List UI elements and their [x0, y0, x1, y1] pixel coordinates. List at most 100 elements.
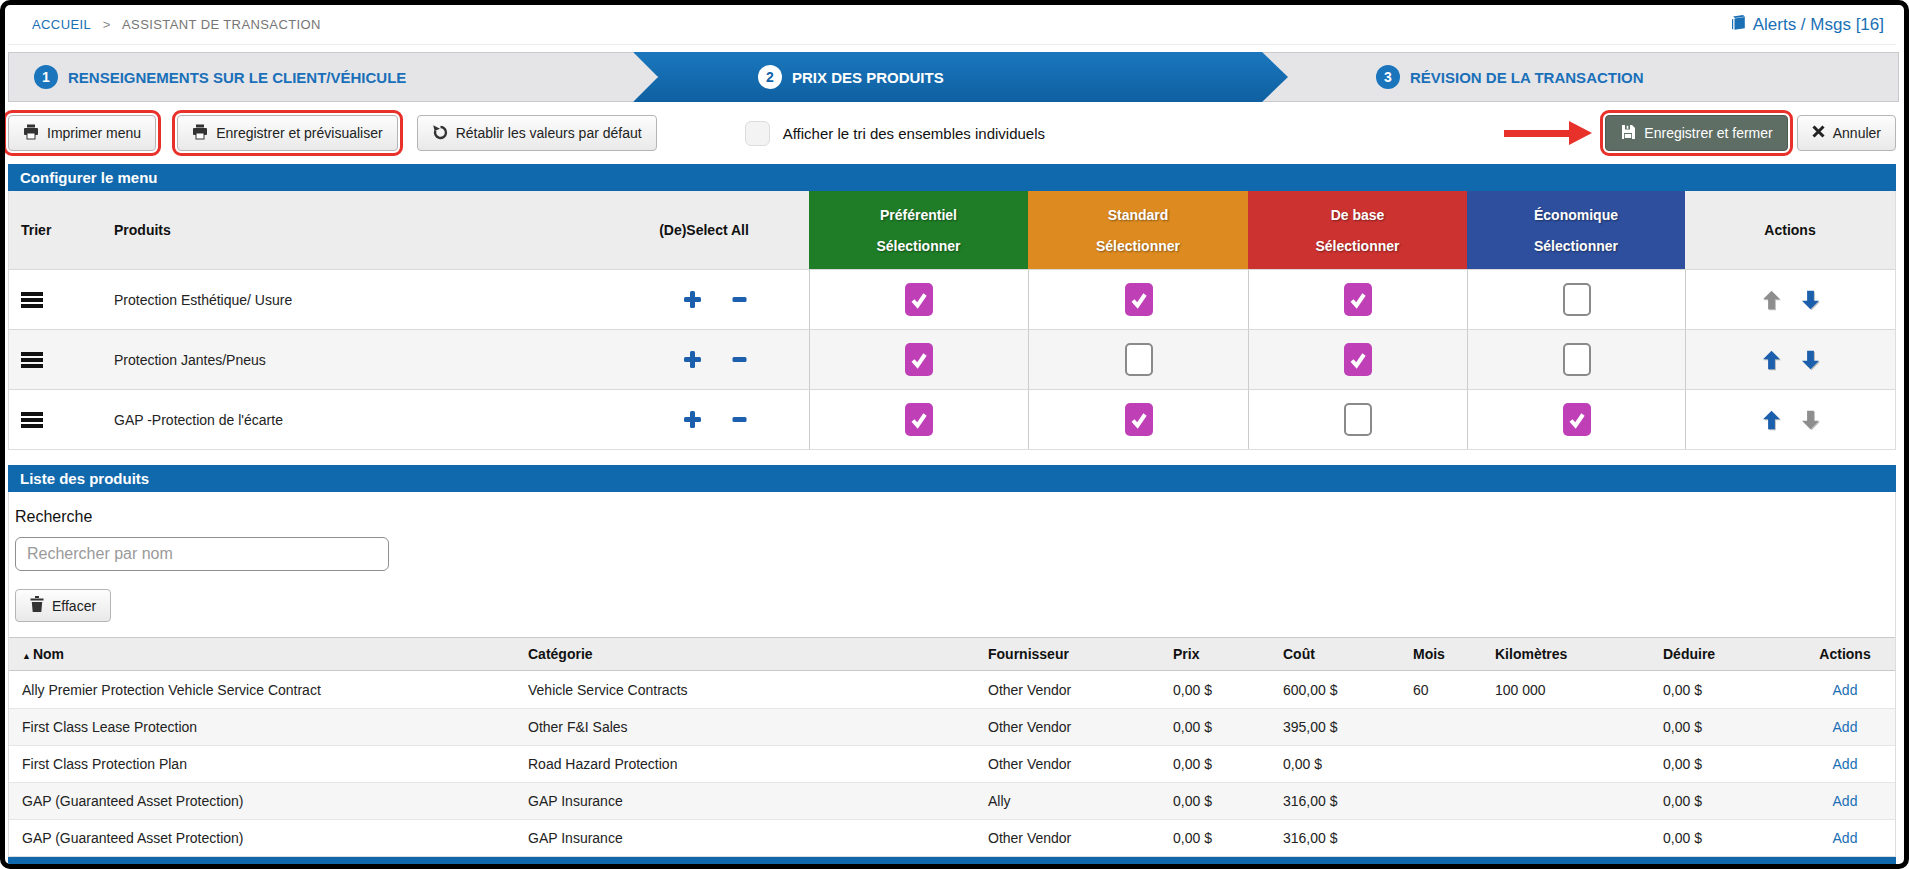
- product-name: GAP -Protection de l'écarte: [114, 412, 283, 428]
- cell-categorie: GAP Insurance: [528, 793, 988, 809]
- column-header-fournisseur[interactable]: Fournisseur: [988, 646, 1173, 662]
- tier-checkbox[interactable]: [1563, 403, 1591, 436]
- tier-checkbox[interactable]: [1125, 343, 1153, 376]
- toolbar: Imprimer menu Enregistrer et prévisualis…: [8, 113, 1896, 153]
- product-table-row: First Class Protection Plan Road Hazard …: [9, 745, 1895, 782]
- product-table-row: Ally Premier Protection Vehicle Service …: [9, 671, 1895, 708]
- column-header-tier-de-base: De base Sélectionner: [1248, 191, 1467, 269]
- cell-kilometres: 100 000: [1495, 682, 1663, 698]
- show-sort-checkbox[interactable]: [745, 121, 770, 146]
- product-table: ▲Nom Catégorie Fournisseur Prix Coût Moi…: [9, 637, 1895, 856]
- save-preview-button[interactable]: Enregistrer et prévisualiser: [177, 115, 398, 151]
- step-tab-2-active[interactable]: 2 PRIX DES PRODUITS: [633, 52, 1288, 102]
- x-icon: [1812, 125, 1825, 141]
- search-label: Recherche: [9, 508, 1895, 526]
- tier-select-all-link[interactable]: Sélectionner: [876, 238, 960, 254]
- cell-categorie: GAP Insurance: [528, 830, 988, 846]
- column-header-kilometres[interactable]: Kilomètres: [1495, 646, 1663, 662]
- column-header-deselect-all: (De)Select All: [599, 191, 809, 269]
- step-2-label: PRIX DES PRODUITS: [792, 69, 944, 86]
- wizard-steps: 1 RENSEIGNEMENTS SUR LE CLIENT/VÉHICULE …: [8, 52, 1896, 102]
- select-all-row-icon[interactable]: [683, 410, 702, 429]
- add-link[interactable]: Add: [1833, 682, 1858, 698]
- cell-fournisseur: Other Vendor: [988, 682, 1173, 698]
- cell-deduire: 0,00 $: [1663, 756, 1795, 772]
- product-list-panel: Recherche Effacer ▲Nom Catégorie Fournis…: [8, 492, 1896, 857]
- tier-name: De base: [1331, 207, 1385, 223]
- cell-prix: 0,00 $: [1173, 682, 1283, 698]
- configure-menu-title: Configurer le menu: [20, 169, 158, 186]
- drag-handle-icon[interactable]: [21, 412, 43, 428]
- product-table-row: GAP (Guaranteed Asset Protection) GAP In…: [9, 819, 1895, 856]
- trash-icon: [30, 596, 44, 615]
- move-down-icon[interactable]: [1802, 290, 1819, 310]
- move-up-icon[interactable]: [1763, 350, 1780, 370]
- select-all-row-icon[interactable]: [683, 290, 702, 309]
- save-close-button[interactable]: Enregistrer et fermer: [1605, 115, 1787, 151]
- print-menu-button[interactable]: Imprimer menu: [8, 115, 156, 151]
- tier-select-all-link[interactable]: Sélectionner: [1315, 238, 1399, 254]
- deselect-all-row-icon[interactable]: [732, 350, 747, 369]
- column-header-categorie[interactable]: Catégorie: [528, 646, 988, 662]
- column-header-deduire[interactable]: Déduire: [1663, 646, 1795, 662]
- column-header-nom[interactable]: ▲Nom: [9, 646, 528, 662]
- config-table-row: GAP -Protection de l'écarte: [9, 389, 1895, 449]
- configure-menu-table-body: Protection Esthétique/ Usure Protection …: [9, 269, 1895, 449]
- alerts-msgs-link[interactable]: Alerts / Msgs [16]: [1730, 15, 1884, 35]
- search-input[interactable]: [15, 537, 389, 571]
- top-bar: ACCUEIL > ASSISTANT DE TRANSACTION Alert…: [8, 5, 1896, 45]
- column-header-mois[interactable]: Mois: [1413, 646, 1495, 662]
- breadcrumb-home-link[interactable]: ACCUEIL: [32, 17, 91, 32]
- tier-checkbox[interactable]: [1344, 403, 1372, 436]
- printer-icon: [23, 124, 39, 143]
- cell-mois: 60: [1413, 682, 1495, 698]
- breadcrumb: ACCUEIL > ASSISTANT DE TRANSACTION: [32, 17, 321, 32]
- step-tab-3[interactable]: 3 RÉVISION DE LA TRANSACTION: [1262, 52, 1899, 102]
- column-header-tier-preferentiel: Préférentiel Sélectionner: [809, 191, 1028, 269]
- tier-checkbox[interactable]: [1125, 283, 1153, 316]
- move-up-icon[interactable]: [1763, 290, 1780, 310]
- move-down-icon[interactable]: [1802, 410, 1819, 430]
- deselect-all-row-icon[interactable]: [732, 290, 747, 309]
- column-header-cout[interactable]: Coût: [1283, 646, 1413, 662]
- move-down-icon[interactable]: [1802, 350, 1819, 370]
- column-header-prix[interactable]: Prix: [1173, 646, 1283, 662]
- add-link[interactable]: Add: [1833, 793, 1858, 809]
- select-all-row-icon[interactable]: [683, 350, 702, 369]
- tier-checkbox[interactable]: [1563, 343, 1591, 376]
- clear-button[interactable]: Effacer: [15, 589, 111, 622]
- cancel-button[interactable]: Annuler: [1797, 115, 1896, 151]
- cell-nom: GAP (Guaranteed Asset Protection): [9, 830, 528, 846]
- add-link[interactable]: Add: [1833, 719, 1858, 735]
- tier-checkbox[interactable]: [905, 403, 933, 436]
- cell-deduire: 0,00 $: [1663, 682, 1795, 698]
- configure-menu-header: Configurer le menu: [8, 164, 1896, 191]
- cell-categorie: Vehicle Service Contracts: [528, 682, 988, 698]
- tier-name: Préférentiel: [880, 207, 957, 223]
- tier-checkbox[interactable]: [905, 343, 933, 376]
- deselect-all-row-icon[interactable]: [732, 410, 747, 429]
- cell-categorie: Road Hazard Protection: [528, 756, 988, 772]
- cell-nom: First Class Protection Plan: [9, 756, 528, 772]
- reset-defaults-button[interactable]: Rétablir les valeurs par défaut: [417, 115, 657, 151]
- drag-handle-icon[interactable]: [21, 292, 43, 308]
- tier-select-all-link[interactable]: Sélectionner: [1096, 238, 1180, 254]
- tier-checkbox[interactable]: [1125, 403, 1153, 436]
- tier-checkbox[interactable]: [905, 283, 933, 316]
- tier-checkbox[interactable]: [1344, 343, 1372, 376]
- tier-checkbox[interactable]: [1344, 283, 1372, 316]
- drag-handle-icon[interactable]: [21, 352, 43, 368]
- cell-fournisseur: Other Vendor: [988, 830, 1173, 846]
- move-up-icon[interactable]: [1763, 410, 1780, 430]
- save-icon: [1620, 124, 1636, 143]
- add-link[interactable]: Add: [1833, 830, 1858, 846]
- add-link[interactable]: Add: [1833, 756, 1858, 772]
- printer-icon: [192, 124, 208, 143]
- cell-cout: 600,00 $: [1283, 682, 1413, 698]
- cell-prix: 0,00 $: [1173, 830, 1283, 846]
- annotation-arrow: [1504, 121, 1592, 145]
- tier-name: Standard: [1108, 207, 1169, 223]
- tier-select-all-link[interactable]: Sélectionner: [1534, 238, 1618, 254]
- step-tab-1[interactable]: 1 RENSEIGNEMENTS SUR LE CLIENT/VÉHICULE: [8, 52, 658, 102]
- tier-checkbox[interactable]: [1563, 283, 1591, 316]
